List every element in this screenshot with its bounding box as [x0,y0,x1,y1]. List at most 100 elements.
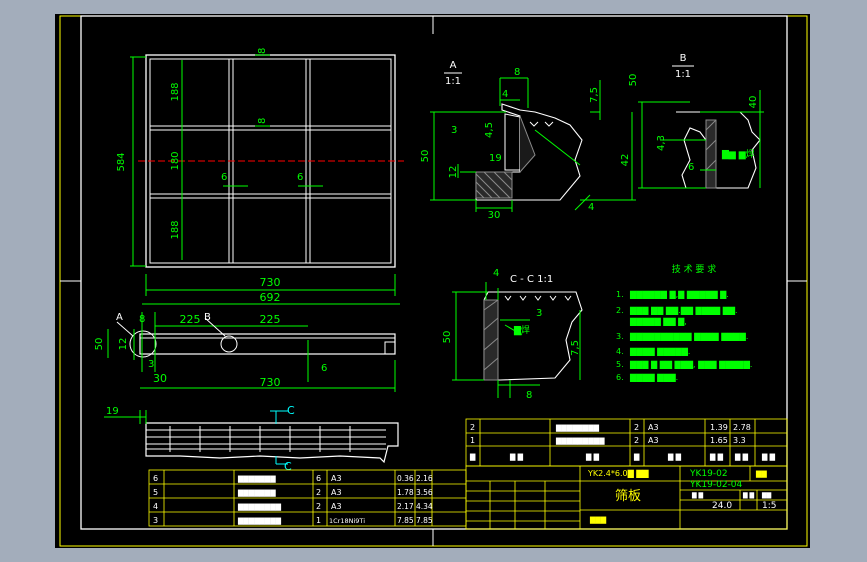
section-cc-dim-7-5: 7,5 [570,340,581,356]
upper-bom-h1: ▇ [469,453,476,461]
dim-6-left: 6 [221,172,227,183]
detail-a-scale: 1:1 [445,76,461,87]
note-6-num: 6. [616,373,624,382]
upper-bom-r1-total: 2.78 [733,423,751,432]
section-cc-dim-50: 50 [442,331,453,344]
detail-a-dim-42: 42 [620,154,631,167]
title-mark: ▇▇ [755,470,767,478]
label-c-top: C [287,404,295,417]
note-3-text: ▇▇▇▇▇▇▇▇▇▇ ▇▇▇▇ ▇▇▇▇. [629,332,748,341]
upper-bom-r2-mat: A3 [648,436,659,445]
upper-bom-r1-idx: 2 [470,423,475,432]
note-4-num: 4. [616,347,624,356]
note-1-num: 1. [616,290,624,299]
detail-a-dim-4-5: 4,5 [484,122,495,138]
title-sub-label: ▇▇▇ [589,516,607,524]
dim-692: 692 [260,291,281,304]
upper-bom-r1-name: ▇▇▇▇▇▇▇▇ [555,424,600,432]
title-project: YK2.4*6.0▇ ▇▇ [587,469,649,478]
upper-bom-r2-total: 3.3 [733,436,746,445]
lower-bom-r6-idx: 6 [153,474,158,483]
dim-19-section: 19 [106,406,119,417]
dim-30-bottom: 30 [153,372,167,385]
detail-b-dim-40: 40 [748,96,759,109]
label-c-bottom: C [284,460,292,473]
detail-a-dim-50: 50 [420,150,431,163]
dim-188-bottom: 188 [170,220,181,239]
dim-8-top: 8 [257,48,268,54]
section-cc-title: C - C 1:1 [510,274,553,285]
lower-bom-r4-unit: 2.17 [397,502,414,511]
lower-bom-r6-name: ▇▇▇▇▇▇▇ [237,475,276,483]
upper-bom-r2-name: ▇▇▇▇▇▇▇▇▇ [555,437,605,445]
title-code-top: YK19-02 [689,469,728,479]
section-cc-weld-note: ▇焊 [513,324,530,336]
upper-bom-h4: ▇ [633,453,640,461]
upper-bom-r2-qty: 2 [634,436,639,445]
dim-8-mid: 8 [257,118,268,124]
upper-bom-h2: ▇ ▇ [509,453,524,461]
lower-bom-r5-qty: 2 [316,488,321,497]
note-5-text: ▇▇▇ ▇ ▇▇ ▇▇▇, ▇▇▇ ▇▇▇▇▇. [629,360,752,369]
note-2-text: ▇▇▇ ▇▇ ▇▇.▇▇ ▇▇▇▇ ▇▇. [629,306,738,315]
lower-bom-r4-idx: 4 [153,502,158,511]
detail-a-dim-12: 12 [448,166,459,179]
lower-bom-r3-qty: 1 [316,516,321,525]
drawing-sheet [55,14,810,548]
detail-b-weld-note: ▇▆ ▆焊 [721,148,755,160]
dim-12-bottom: 12 [118,338,129,351]
lower-bom-r4-name: ▇▇▇▇▇▇▇▇ [237,503,282,511]
upper-bom-r1-mat: A3 [648,423,659,432]
title-scale: 1:5 [762,501,776,511]
detail-b-scale: 1:1 [675,69,691,80]
dim-730-top: 730 [260,276,281,289]
detail-a-dim-4: 4 [502,89,508,100]
detail-a-dim-7-5: 7,5 [589,87,600,103]
detail-a-dim-3: 3 [451,125,457,136]
section-cc-dim-4: 4 [493,268,499,279]
dim-225-right: 225 [260,313,281,326]
detail-a-dim-8: 8 [514,67,520,78]
lower-bom-r5-name: ▇▇▇▇▇▇▇ [237,489,276,497]
detail-b-dim-6: 6 [688,162,694,173]
note-2-num: 2. [616,306,624,315]
section-cc-dim-3: 3 [536,308,542,319]
dim-50-bottom: 50 [94,338,105,351]
detail-b-title: B [680,53,687,64]
lower-bom-r3-mat: 1Cr18Ni9Ti [329,517,365,525]
lower-bom-r3-total: 7.85 [416,516,433,525]
lower-bom-r4-qty: 2 [316,502,321,511]
detail-b-dim-4-3: 4,3 [656,135,667,151]
upper-bom-h5: ▇ ▇ [667,453,682,461]
note-4-text: ▇▇▇▇ ▇▇▇▇▇. [629,347,690,356]
lower-bom-r6-unit: 0.36 [397,474,414,483]
note-5-num: 5. [616,360,624,369]
dim-584: 584 [116,152,127,171]
cad-drawing-canvas: 584 188 180 188 8 8 6 6 730 692 A B 8 22… [55,14,810,548]
note-6-text: ▇▇▇▇ ▇▇▇. [629,373,678,382]
upper-bom-r1-unit: 1.39 [710,423,728,432]
lower-bom-r5-total: 3.56 [416,488,433,497]
detail-a-dim-4-leader: 4 [588,202,594,213]
title-label-weight: ▇ ▇ [691,492,704,499]
detail-a-title: A [450,60,457,71]
label-a-bottom: A [116,312,123,323]
detail-a-dim-19: 19 [489,153,502,164]
title-label-scale: ▇ ▇ [742,492,755,499]
detail-a-dim-30: 30 [488,210,501,221]
detail-b-dim-50: 50 [628,74,639,87]
lower-bom-r3-idx: 3 [153,516,158,525]
upper-bom-r2-idx: 1 [470,436,475,445]
lower-bom-r6-qty: 6 [316,474,321,483]
dim-188-top: 188 [170,82,181,101]
lower-bom-r4-total: 4.34 [416,502,433,511]
dim-180-mid: 180 [170,151,181,170]
upper-bom-h6: ▇ ▇ [709,453,724,461]
note-3-num: 3. [616,332,624,341]
title-weight: 24.0 [712,501,732,511]
dim-730-bottom: 730 [260,376,281,389]
title-code-main: YK19-02-04 [689,480,743,490]
dim-6-right: 6 [297,172,303,183]
lower-bom-r5-idx: 5 [153,488,158,497]
title-label-grade: ▇▇ [761,492,772,499]
